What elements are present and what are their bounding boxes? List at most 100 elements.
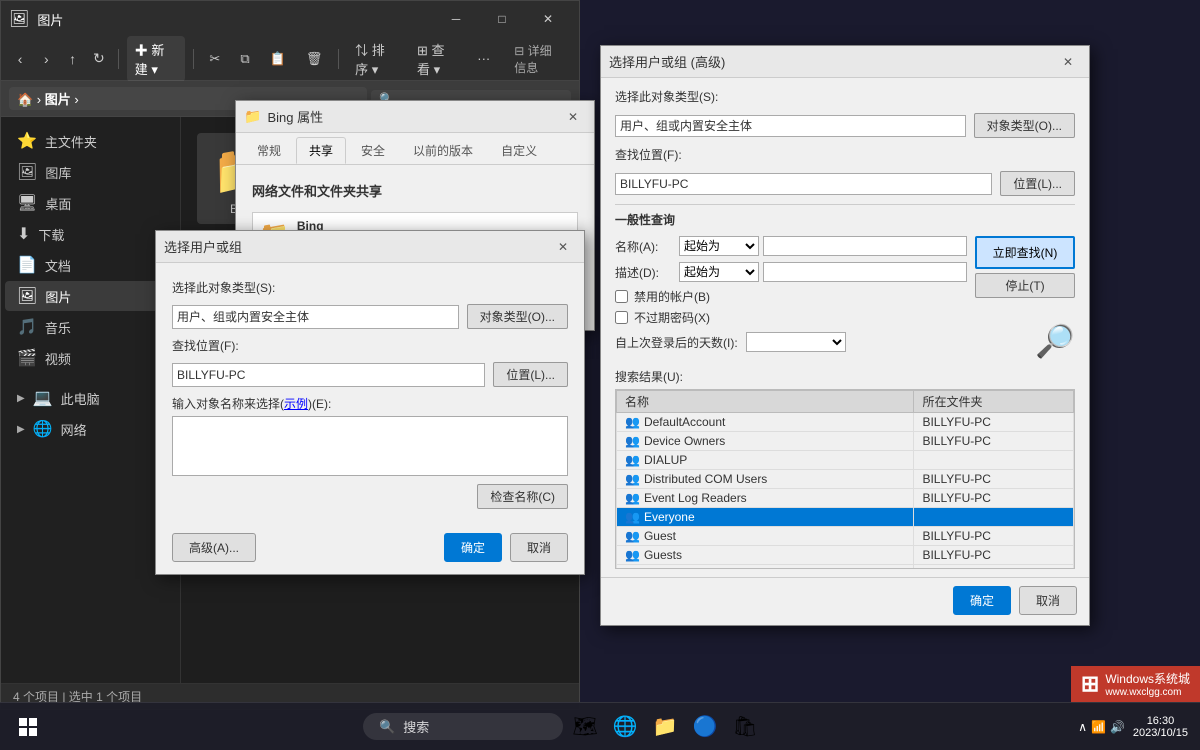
taskbar-store-icon[interactable]: 🛍: [727, 709, 763, 745]
name-input[interactable]: [172, 416, 568, 476]
name-query-label: 名称(A):: [615, 238, 675, 255]
type-value-row: 用户、组或内置安全主体 对象类型(O)...: [172, 304, 568, 329]
tab-general[interactable]: 常规: [244, 137, 294, 164]
taskbar-browser-icon[interactable]: 🌐: [607, 709, 643, 745]
input-label: 输入对象名称来选择(: [172, 397, 284, 411]
forward-button[interactable]: ›: [35, 45, 57, 73]
explorer-toolbar: ‹ › ↑ ↻ ✚ 新建 ▾ ✂ ⧉ 📋 🗑 ⇅ 排序 ▾ ⊞ 查看 ▾ ···…: [1, 37, 579, 81]
sidebar-item-label: 此电脑: [61, 389, 100, 408]
table-row[interactable]: 👥Device Owners BILLYFU-PC: [617, 432, 1074, 451]
table-row[interactable]: 👥Hyper-V Administrators BILLYFU-PC: [617, 565, 1074, 570]
sidebar-item-home[interactable]: ⭐ 主文件夹: [5, 126, 176, 156]
check-names-btn[interactable]: 检查名称(C): [477, 484, 568, 509]
adv-titlebar: 选择用户或组 (高级) ✕: [601, 46, 1089, 78]
result-folder: BILLYFU-PC: [914, 546, 1074, 565]
sidebar-item-documents[interactable]: 📄 文档: [5, 250, 176, 280]
select-user-cancel[interactable]: 取消: [510, 533, 568, 562]
stop-btn[interactable]: 停止(T): [975, 273, 1075, 298]
table-row[interactable]: 👥Everyone: [617, 508, 1074, 527]
copy-button[interactable]: ⧉: [232, 47, 257, 71]
taskbar-search-label: 搜索: [403, 717, 429, 736]
table-row[interactable]: 👥Distributed COM Users BILLYFU-PC: [617, 470, 1074, 489]
desc-condition-select[interactable]: 起始为: [679, 262, 759, 282]
days-select[interactable]: [746, 332, 846, 352]
sidebar-item-gallery[interactable]: 🖼 图库: [5, 157, 176, 187]
type-value: 用户、组或内置安全主体: [172, 305, 459, 329]
sort-button[interactable]: ⇅ 排序 ▾: [347, 36, 405, 82]
location-btn[interactable]: 位置(L)...: [493, 362, 568, 387]
results-scroll[interactable]: 名称 所在文件夹 👥DefaultAccount BILLYFU-PC 👥Dev…: [615, 389, 1075, 569]
maximize-button[interactable]: □: [479, 1, 525, 37]
adv-type-btn[interactable]: 对象类型(O)...: [974, 113, 1075, 138]
tab-previous-versions[interactable]: 以前的版本: [400, 137, 486, 164]
more-button[interactable]: ···: [469, 47, 498, 70]
clock-time: 16:30: [1133, 715, 1188, 727]
paste-button[interactable]: 📋: [262, 47, 294, 71]
adv-cancel-btn[interactable]: 取消: [1019, 586, 1077, 615]
minimize-button[interactable]: ─: [433, 1, 479, 37]
select-user-ok[interactable]: 确定: [444, 533, 502, 562]
no-expire-pwd-checkbox[interactable]: [615, 311, 628, 324]
general-query-header: 一般性查询: [615, 204, 1075, 228]
sidebar-item-pictures[interactable]: 🖼 图片: [5, 281, 176, 311]
up-button[interactable]: ↑: [61, 45, 83, 73]
tab-sharing[interactable]: 共享: [296, 137, 346, 164]
table-row[interactable]: 👥DefaultAccount BILLYFU-PC: [617, 413, 1074, 432]
adv-close[interactable]: ✕: [1055, 49, 1081, 75]
adv-type-value: 用户、组或内置安全主体: [615, 115, 966, 137]
desc-query-input[interactable]: [763, 262, 967, 282]
refresh-button[interactable]: ↻: [88, 45, 110, 73]
search-now-btn[interactable]: 立即查找(N): [975, 236, 1075, 269]
taskbar-folder-icon[interactable]: 📁: [647, 709, 683, 745]
no-expire-pwd-label: 不过期密码(X): [634, 309, 710, 326]
tab-customize[interactable]: 自定义: [488, 137, 550, 164]
disabled-accounts-row: 禁用的帐户(B): [615, 288, 967, 305]
delete-button[interactable]: 🗑: [298, 47, 331, 71]
sidebar-item-music[interactable]: 🎵 音乐: [5, 312, 176, 342]
advanced-btn[interactable]: 高级(A)...: [172, 533, 256, 562]
taskbar-edge-icon[interactable]: 🔵: [687, 709, 723, 745]
sidebar-item-desktop[interactable]: 🖥 桌面: [5, 188, 176, 218]
sidebar-item-label: 视频: [45, 349, 71, 368]
search-results-area: 搜索结果(U): 名称 所在文件夹 👥DefaultAccount BILLYF…: [615, 368, 1075, 569]
table-row[interactable]: 👥Guests BILLYFU-PC: [617, 546, 1074, 565]
tray-chevron[interactable]: ∧: [1078, 720, 1087, 734]
table-row[interactable]: 👥Event Log Readers BILLYFU-PC: [617, 489, 1074, 508]
taskbar-search[interactable]: 🔍 搜索: [363, 713, 563, 740]
sidebar-item-network[interactable]: ▶ 🌐 网络: [5, 414, 176, 444]
taskbar-search-icon: 🔍: [379, 719, 395, 735]
start-button[interactable]: [8, 707, 48, 747]
details-button[interactable]: ⊟ 详细信息: [506, 38, 571, 80]
new-button[interactable]: ✚ 新建 ▾: [127, 36, 185, 82]
video-icon: 🎬: [17, 348, 37, 368]
type-btn[interactable]: 对象类型(O)...: [467, 304, 568, 329]
taskbar-left: [0, 707, 48, 747]
name-input-row: [172, 416, 568, 476]
table-row[interactable]: 👥Guest BILLYFU-PC: [617, 527, 1074, 546]
sidebar-item-this-pc[interactable]: ▶ 💻 此电脑: [5, 383, 176, 413]
select-user-small-dialog: 选择用户或组 ✕ 选择此对象类型(S): 用户、组或内置安全主体 对象类型(O)…: [155, 230, 585, 575]
system-clock[interactable]: 16:30 2023/10/15: [1133, 715, 1188, 739]
sidebar-item-videos[interactable]: 🎬 视频: [5, 343, 176, 373]
adv-location-btn[interactable]: 位置(L)...: [1000, 171, 1075, 196]
brand-url: www.wxclgg.com: [1105, 687, 1190, 698]
table-row[interactable]: 👥DIALUP: [617, 451, 1074, 470]
close-button[interactable]: ✕: [525, 1, 571, 37]
bing-props-icon: 📁: [244, 108, 261, 125]
back-button[interactable]: ‹: [9, 45, 31, 73]
example-link[interactable]: 示例: [284, 397, 308, 411]
taskbar-explorer-icon[interactable]: 🗺: [567, 709, 603, 745]
check-btn-row: 检查名称(C): [172, 484, 568, 509]
select-user-close[interactable]: ✕: [550, 234, 576, 260]
tab-security[interactable]: 安全: [348, 137, 398, 164]
sys-tray: ∧ 📶 🔊: [1078, 720, 1125, 734]
toolbar-sep2: [193, 49, 194, 69]
name-condition-select[interactable]: 起始为: [679, 236, 759, 256]
view-button[interactable]: ⊞ 查看 ▾: [409, 36, 465, 82]
bing-props-close[interactable]: ✕: [560, 104, 586, 130]
adv-ok-btn[interactable]: 确定: [953, 586, 1011, 615]
disabled-accounts-checkbox[interactable]: [615, 290, 628, 303]
name-query-input[interactable]: [763, 236, 967, 256]
cut-button[interactable]: ✂: [201, 47, 228, 71]
sidebar-item-downloads[interactable]: ⬇ 下载: [5, 219, 176, 249]
